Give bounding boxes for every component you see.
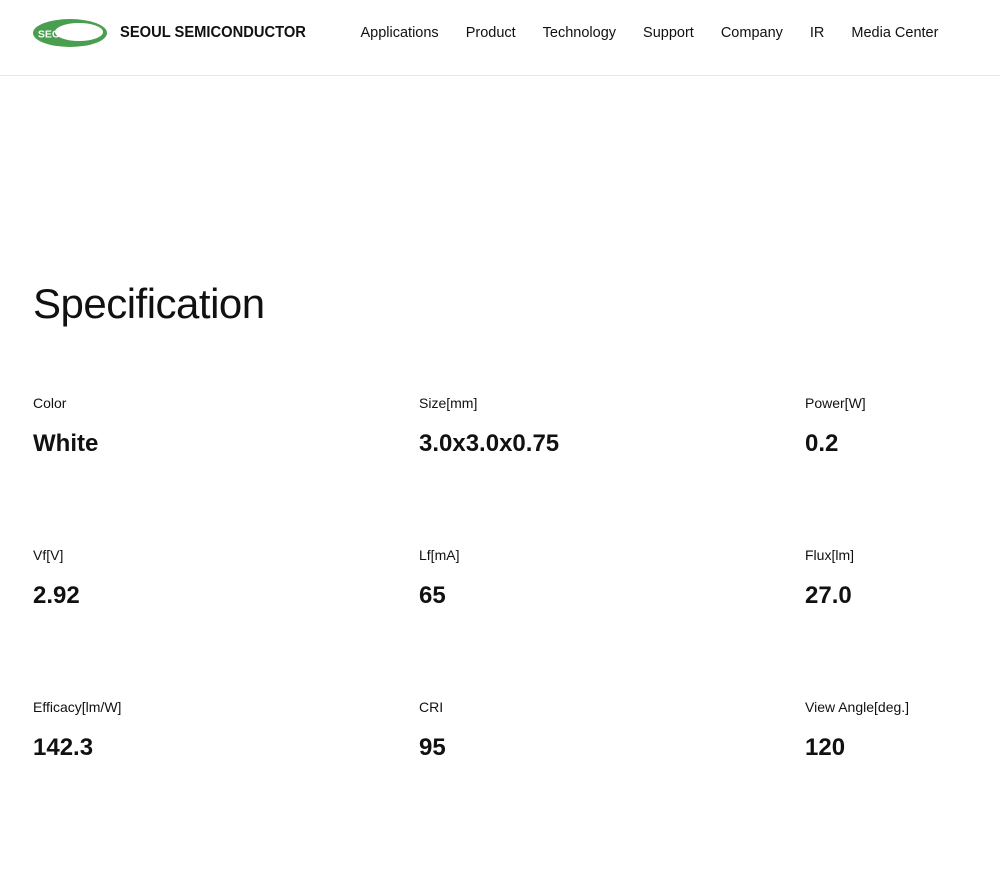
spec-item-flux: Flux[lm] 27.0: [805, 546, 995, 610]
spec-item-cri: CRI 95: [419, 698, 779, 762]
spec-label: Color: [33, 395, 67, 411]
spec-label: Power[W]: [805, 395, 866, 411]
nav-item-ir[interactable]: IR: [810, 25, 825, 41]
seoul-logo-icon: SEOUL: [33, 19, 107, 47]
spec-value: 2.92: [33, 582, 80, 609]
spec-value: 65: [419, 582, 446, 609]
spec-value: 27.0: [805, 582, 852, 609]
spec-item-vf: Vf[V] 2.92: [33, 546, 393, 610]
spec-value: White: [33, 430, 99, 457]
spec-label: Vf[V]: [33, 547, 64, 563]
spec-value: 142.3: [33, 734, 94, 761]
spec-value: 3.0x3.0x0.75: [419, 430, 560, 457]
nav-item-applications[interactable]: Applications: [361, 25, 439, 41]
nav-item-product[interactable]: Product: [466, 25, 516, 41]
spec-label: Size[mm]: [419, 395, 478, 411]
spec-value: 120: [805, 734, 846, 761]
nav-item-technology[interactable]: Technology: [543, 25, 616, 41]
spec-label: View Angle[deg.]: [805, 699, 910, 715]
main-nav: Applications Product Technology Support …: [347, 0, 952, 66]
logo-text: SEOUL SEMICONDUCTOR: [120, 24, 306, 41]
page-title: Specification: [33, 280, 265, 327]
logo-link[interactable]: SEOUL SEOUL SEMICONDUCTOR: [32, 18, 322, 48]
spec-item-color: Color White: [33, 394, 393, 458]
page: SEOUL SEOUL SEMICONDUCTOR Applications P…: [0, 0, 1000, 879]
spec-item-power: Power[W] 0.2: [805, 394, 995, 458]
spec-label: Flux[lm]: [805, 547, 854, 563]
spec-value: 0.2: [805, 430, 839, 457]
spec-label: CRI: [419, 699, 444, 715]
spec-label: Efficacy[lm/W]: [33, 699, 122, 715]
nav-item-media-center[interactable]: Media Center: [851, 25, 938, 41]
nav-item-support[interactable]: Support: [643, 25, 694, 41]
spec-item-lf: Lf[mA] 65: [419, 546, 779, 610]
spec-label: Lf[mA]: [419, 547, 460, 563]
spec-item-size: Size[mm] 3.0x3.0x0.75: [419, 394, 779, 458]
spec-item-view-angle: View Angle[deg.] 120: [805, 698, 995, 762]
spec-value: 95: [419, 734, 446, 761]
site-header: SEOUL SEOUL SEMICONDUCTOR Applications P…: [0, 0, 1000, 76]
nav-item-company[interactable]: Company: [721, 25, 783, 41]
spec-item-efficacy: Efficacy[lm/W] 142.3: [33, 698, 393, 762]
logo-badge-text: SEOUL: [38, 29, 75, 41]
